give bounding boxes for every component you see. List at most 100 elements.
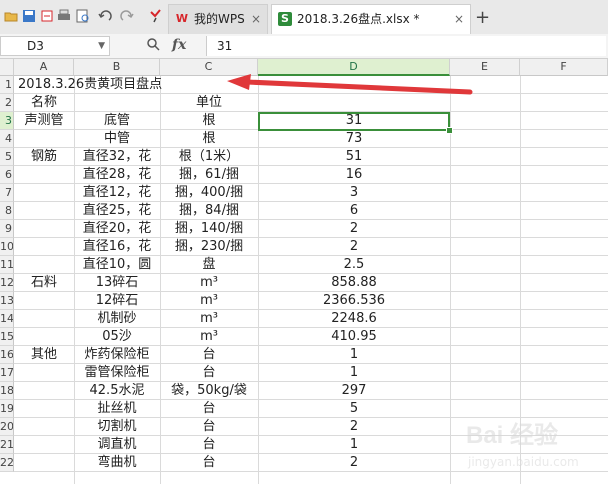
cell-d[interactable]: 73 bbox=[258, 130, 450, 148]
cell-b[interactable]: 机制砂 bbox=[74, 310, 160, 328]
cell-a[interactable]: 声测管 bbox=[14, 112, 74, 130]
row-header[interactable]: 11 bbox=[0, 256, 14, 274]
row-header[interactable]: 21 bbox=[0, 436, 14, 454]
cell-c[interactable]: m³ bbox=[160, 274, 258, 292]
cell-a[interactable] bbox=[14, 454, 74, 472]
cell-d[interactable]: 1 bbox=[258, 436, 450, 454]
function-icon[interactable]: fx bbox=[172, 37, 186, 53]
column-header-a[interactable]: A bbox=[14, 59, 74, 76]
row-header[interactable]: 13 bbox=[0, 292, 14, 310]
row-header[interactable]: 17 bbox=[0, 364, 14, 382]
cell-a[interactable] bbox=[14, 382, 74, 400]
cell-a[interactable]: 其他 bbox=[14, 346, 74, 364]
row-header[interactable]: 1 bbox=[0, 76, 14, 94]
row-header[interactable]: 9 bbox=[0, 220, 14, 238]
chevron-down-icon[interactable]: ▼ bbox=[98, 37, 105, 55]
cell-b[interactable]: 直径20，花 bbox=[74, 220, 160, 238]
cell-c[interactable]: 台 bbox=[160, 454, 258, 472]
print-preview-icon[interactable] bbox=[76, 9, 90, 23]
cell-b[interactable]: 05沙 bbox=[74, 328, 160, 346]
column-header-b[interactable]: B bbox=[74, 59, 160, 76]
cell-c[interactable]: 捆，140/捆 bbox=[160, 220, 258, 238]
column-header-f[interactable]: F bbox=[520, 59, 608, 76]
cell-b[interactable]: 13碎石 bbox=[74, 274, 160, 292]
cell-a[interactable] bbox=[14, 184, 74, 202]
cell-b[interactable] bbox=[74, 94, 160, 112]
cell-d[interactable]: 410.95 bbox=[258, 328, 450, 346]
cell-a[interactable] bbox=[14, 436, 74, 454]
cell-b[interactable]: 弯曲机 bbox=[74, 454, 160, 472]
cell-b[interactable]: 直径16，花 bbox=[74, 238, 160, 256]
cell-b[interactable]: 中管 bbox=[74, 130, 160, 148]
cell-b[interactable]: 调直机 bbox=[74, 436, 160, 454]
select-all-corner[interactable] bbox=[0, 59, 14, 76]
row-header[interactable]: 4 bbox=[0, 130, 14, 148]
cell-b[interactable]: 42.5水泥 bbox=[74, 382, 160, 400]
cell-b[interactable]: 扯丝机 bbox=[74, 400, 160, 418]
cell-b[interactable]: 雷管保险柜 bbox=[74, 364, 160, 382]
cell-d[interactable]: 2 bbox=[258, 220, 450, 238]
cell-d[interactable]: 2 bbox=[258, 238, 450, 256]
row-header[interactable]: 16 bbox=[0, 346, 14, 364]
row-header[interactable]: 7 bbox=[0, 184, 14, 202]
cell-a[interactable] bbox=[14, 400, 74, 418]
cell-b[interactable]: 切割机 bbox=[74, 418, 160, 436]
cell-d[interactable]: 51 bbox=[258, 148, 450, 166]
row-header[interactable]: 20 bbox=[0, 418, 14, 436]
row-header[interactable]: 3 bbox=[0, 112, 14, 130]
cell-c[interactable]: 袋，50kg/袋 bbox=[160, 382, 258, 400]
cell-d[interactable]: 2366.536 bbox=[258, 292, 450, 310]
row-header[interactable]: 10 bbox=[0, 238, 14, 256]
cell-a[interactable] bbox=[14, 310, 74, 328]
cell-c[interactable]: 捆，84/捆 bbox=[160, 202, 258, 220]
cell-b[interactable]: 直径25，花 bbox=[74, 202, 160, 220]
cell-c[interactable]: 台 bbox=[160, 346, 258, 364]
row-header[interactable]: 22 bbox=[0, 454, 14, 472]
cell-c[interactable]: 捆，230/捆 bbox=[160, 238, 258, 256]
cell-a[interactable]: 名称 bbox=[14, 94, 74, 112]
cell-c[interactable]: 根 bbox=[160, 112, 258, 130]
cell-b[interactable]: 直径12，花 bbox=[74, 184, 160, 202]
cell-a[interactable] bbox=[14, 220, 74, 238]
cell-d[interactable]: 3 bbox=[258, 184, 450, 202]
cell-d[interactable]: 297 bbox=[258, 382, 450, 400]
cell-a[interactable] bbox=[14, 130, 74, 148]
zoom-search-icon[interactable] bbox=[146, 37, 160, 55]
cell-a[interactable] bbox=[14, 238, 74, 256]
cell-b[interactable]: 直径10，圆 bbox=[74, 256, 160, 274]
cell-a[interactable] bbox=[14, 418, 74, 436]
new-tab-plus-icon[interactable]: + bbox=[475, 7, 490, 28]
cell-d[interactable]: 16 bbox=[258, 166, 450, 184]
cell-a[interactable] bbox=[14, 328, 74, 346]
cell-c[interactable]: 盘 bbox=[160, 256, 258, 274]
cell-c[interactable]: 根 bbox=[160, 130, 258, 148]
cell-a[interactable] bbox=[14, 202, 74, 220]
cell-c[interactable]: 根（1米） bbox=[160, 148, 258, 166]
title-cell[interactable]: 2018.3.26贵黄项目盘点 bbox=[14, 76, 162, 94]
cell-c[interactable]: m³ bbox=[160, 328, 258, 346]
cell-c[interactable]: 捆，400/捆 bbox=[160, 184, 258, 202]
row-header[interactable]: 8 bbox=[0, 202, 14, 220]
cell-d[interactable]: 6 bbox=[258, 202, 450, 220]
cell-a[interactable] bbox=[14, 364, 74, 382]
cell-a[interactable]: 钢筋 bbox=[14, 148, 74, 166]
row-header[interactable]: 18 bbox=[0, 382, 14, 400]
cell-c[interactable]: m³ bbox=[160, 310, 258, 328]
cell-d[interactable]: 2 bbox=[258, 454, 450, 472]
name-box[interactable]: D3 ▼ bbox=[0, 36, 110, 56]
row-header[interactable]: 5 bbox=[0, 148, 14, 166]
cell-d[interactable]: 1 bbox=[258, 364, 450, 382]
cell-d[interactable]: 5 bbox=[258, 400, 450, 418]
cell-c[interactable]: 台 bbox=[160, 400, 258, 418]
cell-d[interactable]: 2 bbox=[258, 418, 450, 436]
row-header[interactable]: 6 bbox=[0, 166, 14, 184]
cell-a[interactable] bbox=[14, 256, 74, 274]
save-icon[interactable] bbox=[22, 9, 36, 23]
cell-c[interactable]: 捆，61/捆 bbox=[160, 166, 258, 184]
row-header[interactable]: 15 bbox=[0, 328, 14, 346]
tab-workbook[interactable]: S 2018.3.26盘点.xlsx * × bbox=[271, 4, 471, 34]
row-header[interactable]: 19 bbox=[0, 400, 14, 418]
cell-b[interactable]: 12碎石 bbox=[74, 292, 160, 310]
cell-c[interactable]: 台 bbox=[160, 364, 258, 382]
formula-input[interactable]: 31 bbox=[206, 36, 606, 56]
